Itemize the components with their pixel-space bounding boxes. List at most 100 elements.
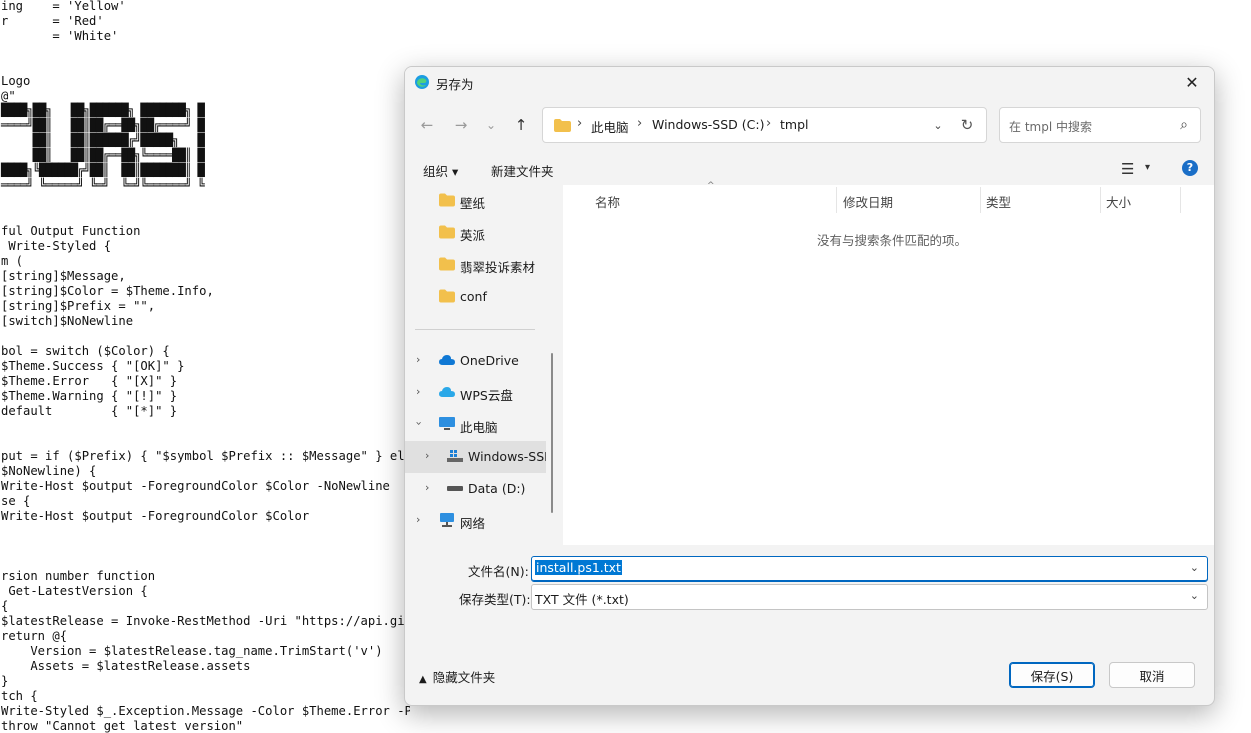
address-bar[interactable]: › 此电脑 › Windows-SSD (C:) › tmpl	[542, 107, 987, 143]
code-line: [string]$Color = $Theme.Info,	[1, 284, 214, 298]
navigation-pane: 壁纸 英派 翡翠投诉素材 conf › OneDrive › WPS云盘 › 此…	[405, 185, 546, 545]
nav-item-wps-cloud[interactable]: › WPS云盘	[405, 377, 546, 409]
column-divider[interactable]	[1100, 187, 1101, 213]
chevron-right-icon[interactable]: ›	[416, 513, 420, 526]
breadcrumb-separator: ›	[637, 116, 643, 131]
breadcrumb-separator: ›	[766, 116, 772, 131]
chevron-right-icon[interactable]: ›	[425, 481, 429, 494]
code-line: tch {	[1, 689, 38, 703]
wps-cloud-icon	[439, 387, 455, 397]
windows-drive-icon	[447, 450, 463, 462]
column-header-type[interactable]: 类型	[986, 192, 1011, 211]
view-options-icon[interactable]: ☰	[1121, 160, 1134, 178]
code-line: Write-Styled $_.Exception.Message -Color…	[1, 704, 410, 718]
filetype-select[interactable]: TXT 文件 (*.txt) ⌄	[531, 584, 1208, 610]
dialog-titlebar: 另存为 ✕	[405, 67, 1214, 97]
nav-item-jade-complaint[interactable]: 翡翠投诉素材	[405, 249, 546, 281]
chevron-right-icon[interactable]: ›	[425, 449, 429, 462]
column-header-size[interactable]: 大小	[1106, 192, 1131, 211]
code-line: $Theme.Warning { "[!]" }	[1, 389, 178, 403]
column-header-modified[interactable]: 修改日期	[843, 192, 893, 211]
chevron-down-icon[interactable]: ⌄	[1190, 589, 1199, 602]
nav-item-conf[interactable]: conf	[405, 281, 546, 313]
chevron-down-icon: ⌄	[485, 118, 497, 132]
nav-item-label: conf	[460, 289, 487, 304]
search-placeholder: 在 tmpl 中搜索	[1009, 120, 1092, 134]
network-icon	[440, 513, 454, 527]
column-divider[interactable]	[980, 187, 981, 213]
folder-icon	[439, 289, 455, 303]
folder-icon	[439, 225, 455, 239]
view-dropdown-icon[interactable]: ▾	[1145, 162, 1150, 173]
code-line: $Theme.Success { "[OK]" }	[1, 359, 185, 373]
close-button[interactable]: ✕	[1170, 67, 1214, 97]
address-dropdown[interactable]: ⌄	[926, 113, 950, 137]
cloud-icon	[439, 355, 455, 365]
back-button[interactable]: ←	[415, 113, 439, 137]
breadcrumb-this-pc[interactable]: 此电脑	[591, 117, 629, 136]
edge-icon	[415, 75, 429, 89]
code-line: $latestRelease = Invoke-RestMethod -Uri …	[1, 614, 410, 628]
refresh-button[interactable]: ↻	[955, 113, 979, 137]
up-button[interactable]: ↑	[509, 113, 533, 137]
code-editor-background: ing = 'Yellow' r = 'Red' = 'White' Logo @" f…	[0, 0, 410, 733]
folder-icon	[554, 119, 571, 132]
nav-item-onedrive[interactable]: › OneDrive	[405, 345, 546, 377]
nav-item-this-pc[interactable]: › 此电脑	[405, 409, 546, 441]
sort-ascending-icon: ^	[707, 181, 715, 191]
chevron-down-icon[interactable]: ›	[413, 421, 426, 425]
nav-item-label: 此电脑	[460, 420, 498, 435]
code-line: @"	[1, 89, 16, 103]
nav-item-label: 英派	[460, 228, 486, 243]
forward-arrow-icon: →	[454, 116, 468, 134]
chevron-right-icon[interactable]: ›	[416, 353, 420, 366]
code-line: m (	[1, 254, 24, 268]
close-icon: ✕	[1185, 72, 1199, 92]
drive-icon	[447, 486, 463, 491]
nav-item-d-drive[interactable]: › Data (D:)	[405, 473, 546, 505]
chevron-up-icon: ▲	[419, 674, 427, 685]
save-as-dialog: 另存为 ✕ ← → ⌄ ↑ › 此电脑 › Windows-SSD (C:) ›…	[404, 66, 1215, 706]
column-header-name[interactable]: 名称	[595, 192, 620, 211]
code-line: $NoNewline) {	[1, 464, 97, 478]
nav-item-network[interactable]: › 网络	[405, 505, 546, 537]
organize-button[interactable]: 组织 ▾	[423, 161, 458, 180]
search-box[interactable]: 在 tmpl 中搜索 ⌕	[999, 107, 1201, 143]
code-line: rsion number function	[1, 569, 156, 583]
nav-item-c-drive[interactable]: › Windows-SSD (C:)	[405, 441, 546, 473]
code-line: $Theme.Error { "[X]" }	[1, 374, 178, 388]
filename-label: 文件名(N):	[468, 564, 529, 579]
nav-divider	[415, 329, 535, 330]
code-line: bol = switch ($Color) {	[1, 344, 170, 358]
command-bar: 组织 ▾ 新建文件夹 ☰ ▾ ?	[405, 153, 1214, 185]
hide-folders-toggle[interactable]: ▲ 隐藏文件夹	[419, 667, 495, 686]
filetype-value: TXT 文件 (*.txt)	[535, 592, 629, 607]
code-line: Write-Host $output -ForegroundColor $Col…	[1, 479, 390, 493]
cancel-button[interactable]: 取消	[1109, 662, 1195, 688]
code-line: {	[1, 599, 9, 613]
chevron-right-icon[interactable]: ›	[416, 385, 420, 398]
new-folder-button[interactable]: 新建文件夹	[491, 161, 554, 180]
refresh-icon: ↻	[960, 116, 974, 134]
forward-button[interactable]: →	[449, 113, 473, 137]
code-line: default { "[*]" }	[1, 404, 178, 418]
column-divider[interactable]	[1180, 187, 1181, 213]
filetype-label: 保存类型(T):	[459, 592, 531, 607]
code-line: [string]$Message,	[1, 269, 126, 283]
save-button[interactable]: 保存(S)	[1009, 662, 1095, 688]
column-divider[interactable]	[836, 187, 837, 213]
filename-input[interactable]: install.ps1.txt ⌄	[531, 556, 1208, 582]
recent-locations-button[interactable]: ⌄	[479, 113, 503, 137]
nav-item-label: 翡翠投诉素材	[460, 260, 536, 275]
nav-item-yingpai[interactable]: 英派	[405, 217, 546, 249]
nav-item-label: 壁纸	[460, 196, 486, 211]
chevron-down-icon[interactable]: ⌄	[1190, 561, 1199, 574]
nav-item-label: WPS云盘	[460, 388, 513, 403]
help-icon[interactable]: ?	[1182, 160, 1198, 176]
nav-item-wallpaper[interactable]: 壁纸	[405, 185, 546, 217]
breadcrumb-separator: ›	[577, 116, 583, 131]
code-line: Version = $latestRelease.tag_name.TrimSt…	[1, 644, 383, 658]
nav-scrollbar[interactable]	[551, 353, 553, 513]
breadcrumb-tmpl[interactable]: tmpl	[780, 117, 809, 132]
breadcrumb-c-drive[interactable]: Windows-SSD (C:)	[652, 117, 764, 132]
